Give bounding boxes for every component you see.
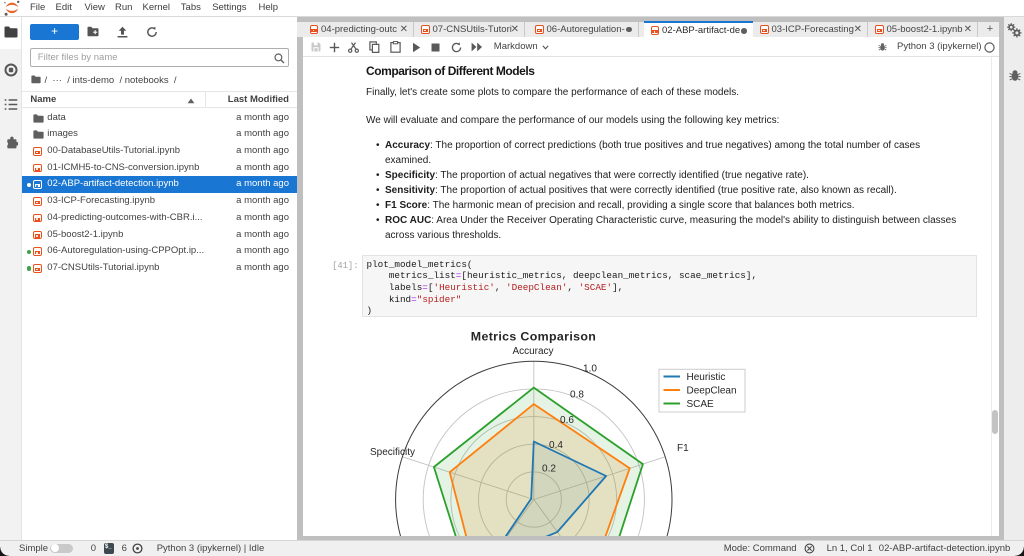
svg-text:Accuracy: Accuracy	[512, 346, 553, 357]
svg-text:0.2: 0.2	[542, 464, 556, 475]
svg-text:F1: F1	[677, 443, 689, 454]
svg-text:1.0: 1.0	[583, 364, 597, 375]
svg-text:DeepClean: DeepClean	[687, 386, 737, 397]
svg-text:0.6: 0.6	[560, 415, 574, 426]
svg-text:Heuristic: Heuristic	[687, 372, 726, 383]
svg-text:Specificity: Specificity	[370, 447, 415, 458]
svg-text:SCAE: SCAE	[687, 399, 715, 410]
svg-text:0.8: 0.8	[570, 390, 584, 401]
svg-text:0.4: 0.4	[549, 440, 563, 451]
svg-text:Metrics Comparison: Metrics Comparison	[471, 330, 596, 344]
